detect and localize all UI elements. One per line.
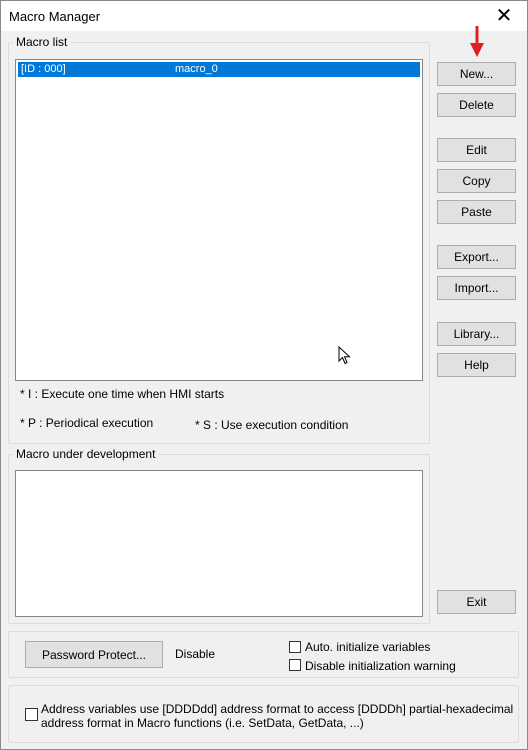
new-button[interactable]: New... (437, 62, 516, 86)
title-bar: Macro Manager ✕ (1, 1, 527, 31)
note-execute-once: * I : Execute one time when HMI starts (20, 387, 225, 401)
export-button[interactable]: Export... (437, 245, 516, 269)
development-listbox[interactable] (15, 470, 423, 617)
mouse-cursor-icon (338, 346, 351, 365)
development-legend: Macro under development (13, 447, 159, 461)
exit-button[interactable]: Exit (437, 590, 516, 614)
note-execution-condition: * S : Use execution condition (195, 418, 349, 432)
copy-button[interactable]: Copy (437, 169, 516, 193)
macro-item-name: macro_0 (175, 63, 218, 75)
auto-init-label[interactable]: Auto. initialize variables (305, 640, 430, 654)
edit-button[interactable]: Edit (437, 138, 516, 162)
delete-button[interactable]: Delete (437, 93, 516, 117)
auto-init-checkbox[interactable] (289, 641, 301, 653)
paste-button[interactable]: Paste (437, 200, 516, 224)
password-protect-button[interactable]: Password Protect... (25, 641, 163, 668)
macro-item-id: [ID : 000] (21, 63, 66, 75)
protect-status: Disable (175, 647, 216, 661)
note-periodical: * P : Periodical execution (20, 416, 154, 430)
import-button[interactable]: Import... (437, 276, 516, 300)
disable-warning-label[interactable]: Disable initialization warning (305, 659, 456, 673)
close-icon[interactable]: ✕ (491, 3, 517, 29)
macro-list-legend: Macro list (13, 35, 71, 49)
macro-list-item[interactable]: [ID : 000] macro_0 (18, 62, 420, 77)
address-format-label-line2[interactable]: address format in Macro functions (i.e. … (41, 716, 364, 730)
help-button[interactable]: Help (437, 353, 516, 377)
address-format-label-line1[interactable]: Address variables use [DDDDdd] address f… (41, 702, 513, 716)
disable-warning-checkbox[interactable] (289, 659, 301, 671)
window-title: Macro Manager (9, 9, 101, 24)
red-arrow-icon (470, 26, 484, 57)
address-format-checkbox[interactable] (25, 708, 38, 721)
macro-listbox[interactable]: [ID : 000] macro_0 (15, 59, 423, 381)
library-button[interactable]: Library... (437, 322, 516, 346)
